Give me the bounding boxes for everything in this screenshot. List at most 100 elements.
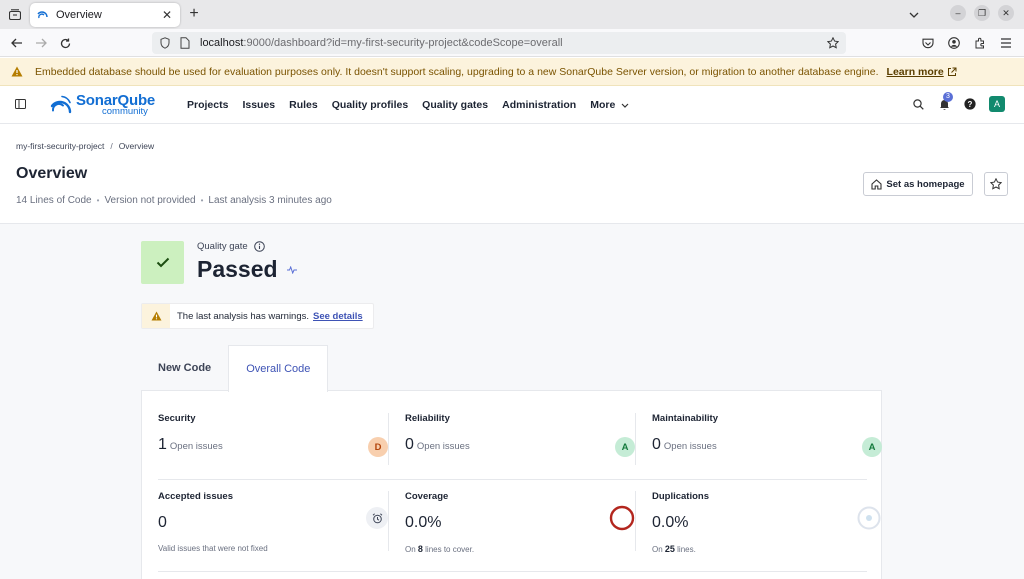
sonarqube-favicon-icon bbox=[36, 8, 50, 22]
metric-value-row: 0 Open issues bbox=[652, 436, 882, 454]
reliability-rating-badge[interactable]: A bbox=[615, 437, 635, 457]
notifications-icon[interactable]: 3 bbox=[937, 92, 953, 111]
browser-tab-overview[interactable]: Overview ✕ bbox=[30, 3, 180, 27]
set-homepage-label: Set as homepage bbox=[886, 178, 965, 190]
menu-administration[interactable]: Administration bbox=[502, 99, 576, 111]
info-icon[interactable] bbox=[253, 241, 265, 252]
user-avatar[interactable]: A bbox=[989, 96, 1005, 112]
metric-value[interactable]: 0.0% bbox=[405, 514, 441, 532]
metric-accepted-issues[interactable]: Accepted issues 0 Valid issues that were… bbox=[158, 491, 388, 553]
sonarqube-logo-icon bbox=[50, 95, 72, 114]
warning-triangle-icon bbox=[11, 66, 23, 78]
breadcrumb-project[interactable]: my-first-security-project bbox=[16, 141, 104, 151]
window-close-icon[interactable]: ✕ bbox=[998, 5, 1014, 21]
browser-toolbar-right bbox=[920, 35, 1014, 51]
menu-more[interactable]: More bbox=[590, 99, 629, 111]
minimize-icon[interactable]: – bbox=[950, 5, 966, 21]
page-title: Overview bbox=[16, 165, 88, 182]
window-controls: – ❐ ✕ bbox=[909, 5, 1014, 21]
menu-rules[interactable]: Rules bbox=[289, 99, 318, 111]
tab-close-icon[interactable]: ✕ bbox=[160, 8, 174, 22]
metric-title: Accepted issues bbox=[158, 491, 233, 502]
metric-value[interactable]: 1 bbox=[158, 436, 167, 454]
tracking-shield-icon[interactable] bbox=[158, 36, 172, 50]
metric-note: On 25 lines. bbox=[652, 544, 882, 554]
metric-reliability[interactable]: Reliability 0 Open issues A bbox=[405, 413, 635, 457]
search-icon[interactable] bbox=[911, 97, 925, 111]
project-header: my-first-security-project / Overview Ove… bbox=[0, 124, 1024, 224]
divider bbox=[388, 491, 389, 551]
divider bbox=[635, 491, 636, 551]
metric-value[interactable]: 0 bbox=[158, 514, 167, 532]
metric-title: Security bbox=[158, 413, 196, 424]
tab-new-code[interactable]: New Code bbox=[141, 345, 228, 391]
url-text: localhost:9000/dashboard?id=my-first-sec… bbox=[200, 37, 563, 49]
reload-icon[interactable] bbox=[57, 35, 73, 51]
url-bar[interactable]: localhost:9000/dashboard?id=my-first-sec… bbox=[152, 32, 846, 54]
tab-list-icon[interactable] bbox=[5, 5, 25, 25]
meta-separator: • bbox=[200, 196, 204, 205]
analysis-warning: The last analysis has warnings. See deta… bbox=[141, 303, 374, 329]
metric-security[interactable]: Security 1 Open issues D bbox=[158, 413, 388, 457]
url-path: :9000/dashboard?id=my-first-security-pro… bbox=[243, 37, 563, 49]
security-rating-badge[interactable]: D bbox=[368, 437, 388, 457]
metric-value-row: 0.0% bbox=[405, 514, 635, 532]
header-actions: 3 ? A bbox=[911, 92, 1005, 112]
quality-gate-status-box bbox=[141, 241, 184, 284]
quality-gate-status: Passed bbox=[197, 256, 278, 282]
help-icon[interactable]: ? bbox=[963, 97, 977, 111]
notification-count-badge: 3 bbox=[943, 92, 953, 102]
note-number[interactable]: 25 bbox=[665, 544, 675, 554]
back-icon[interactable] bbox=[9, 35, 25, 51]
favorite-button[interactable] bbox=[984, 172, 1008, 196]
new-tab-icon[interactable]: + bbox=[186, 5, 202, 23]
note-suffix: lines. bbox=[677, 545, 696, 554]
svg-text:?: ? bbox=[968, 100, 973, 109]
chevron-down-icon bbox=[621, 103, 629, 108]
maintainability-rating-badge[interactable]: A bbox=[862, 437, 882, 457]
metric-unit: Open issues bbox=[416, 441, 470, 452]
sonarqube-logo[interactable]: SonarQube community bbox=[50, 92, 155, 118]
menu-quality-gates[interactable]: Quality gates bbox=[422, 99, 488, 111]
metric-value[interactable]: 0.0% bbox=[652, 514, 688, 532]
tab-overflow-chevron-icon[interactable] bbox=[906, 7, 922, 23]
metric-coverage[interactable]: Coverage 0.0% On 8 lines to cover. bbox=[405, 491, 635, 554]
metric-value[interactable]: 0 bbox=[652, 436, 661, 454]
page-info-icon[interactable] bbox=[178, 36, 192, 50]
menu-more-label: More bbox=[590, 99, 616, 111]
external-link-icon[interactable] bbox=[947, 67, 957, 77]
set-homepage-button[interactable]: Set as homepage bbox=[863, 172, 973, 196]
metric-note: On 8 lines to cover. bbox=[405, 544, 635, 554]
bookmark-star-icon[interactable] bbox=[826, 36, 840, 50]
menu-issues[interactable]: Issues bbox=[242, 99, 275, 111]
metric-duplications[interactable]: Duplications 0.0% On 25 lines. bbox=[652, 491, 882, 554]
sidebar-toggle-icon[interactable] bbox=[14, 98, 26, 110]
forward-icon[interactable] bbox=[33, 35, 49, 51]
see-details-link[interactable]: See details bbox=[313, 311, 363, 322]
duplications-indicator-icon bbox=[857, 506, 881, 530]
metric-title: Maintainability bbox=[652, 413, 718, 424]
metric-unit: Open issues bbox=[663, 441, 717, 452]
learn-more-link[interactable]: Learn more bbox=[887, 66, 944, 78]
activity-pulse-icon bbox=[287, 265, 297, 275]
row-divider bbox=[158, 479, 867, 480]
check-icon bbox=[156, 257, 169, 268]
alarm-clock-icon bbox=[366, 507, 388, 529]
tab-overall-code[interactable]: Overall Code bbox=[228, 345, 329, 392]
note-number[interactable]: 8 bbox=[418, 544, 423, 554]
metric-value[interactable]: 0 bbox=[405, 436, 414, 454]
breadcrumb-current: Overview bbox=[118, 141, 155, 151]
app-menu-icon[interactable] bbox=[998, 35, 1014, 51]
metric-value-row: 1 Open issues bbox=[158, 436, 388, 454]
menu-projects[interactable]: Projects bbox=[187, 99, 228, 111]
account-icon[interactable] bbox=[946, 35, 962, 51]
pocket-icon[interactable] bbox=[920, 35, 936, 51]
menu-quality-profiles[interactable]: Quality profiles bbox=[332, 99, 408, 111]
metric-value-row: 0.0% bbox=[652, 514, 882, 532]
metric-title: Duplications bbox=[652, 491, 710, 502]
restore-icon[interactable]: ❐ bbox=[974, 5, 990, 21]
extensions-icon[interactable] bbox=[972, 35, 988, 51]
coverage-ring-chart bbox=[609, 505, 635, 531]
metric-maintainability[interactable]: Maintainability 0 Open issues A bbox=[652, 413, 882, 457]
warning-triangle-icon bbox=[142, 304, 170, 328]
